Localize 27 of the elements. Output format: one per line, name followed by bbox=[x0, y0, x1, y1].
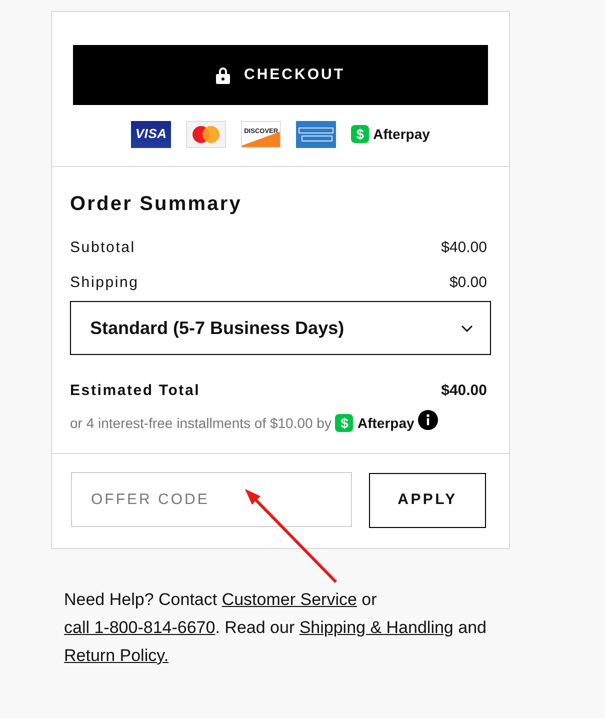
lock-icon bbox=[216, 66, 230, 84]
shipping-method-select[interactable]: Standard (5-7 Business Days) bbox=[70, 301, 491, 355]
checkout-button[interactable]: CHECKOUT bbox=[73, 45, 488, 105]
apply-button[interactable]: APPLY bbox=[369, 473, 486, 528]
help-link[interactable]: call 1-800-814-6670 bbox=[64, 618, 216, 637]
help-text: Need Help? Contact Customer Service or call 1-800-814-6670. Read our Shipping & Handling and Return Policy. bbox=[64, 589, 488, 667]
card-logo-icon bbox=[296, 120, 336, 148]
help-link[interactable]: Return Policy. bbox=[64, 646, 169, 665]
overlapping-circles-logo-icon bbox=[186, 120, 226, 148]
line-label: Subtotal bbox=[70, 238, 136, 258]
help-link[interactable]: Customer Service bbox=[222, 590, 357, 609]
total-label: Estimated Total bbox=[70, 381, 200, 401]
help-link[interactable]: Shipping & Handling bbox=[299, 618, 454, 637]
dollar-sign-icon: $ bbox=[351, 125, 370, 143]
installments-text: or 4 interest-free installments of $10.00 by bbox=[70, 414, 332, 433]
visa-logo: VISA bbox=[131, 120, 172, 148]
line-label: Shipping bbox=[70, 273, 139, 293]
chevron-down-icon bbox=[461, 324, 473, 332]
afterpay-label: Afterpay bbox=[357, 414, 414, 433]
offer-code-field[interactable]: OFFER CODE bbox=[71, 472, 352, 527]
info-icon[interactable] bbox=[418, 410, 438, 430]
line-value: $40.00 bbox=[441, 238, 487, 258]
line-value: $0.00 bbox=[449, 273, 487, 293]
afterpay-label: Afterpay bbox=[373, 124, 430, 144]
summary-title: Order Summary bbox=[70, 192, 243, 216]
dollar-sign-icon: $ bbox=[335, 414, 354, 432]
total-value: $40.00 bbox=[441, 381, 487, 401]
